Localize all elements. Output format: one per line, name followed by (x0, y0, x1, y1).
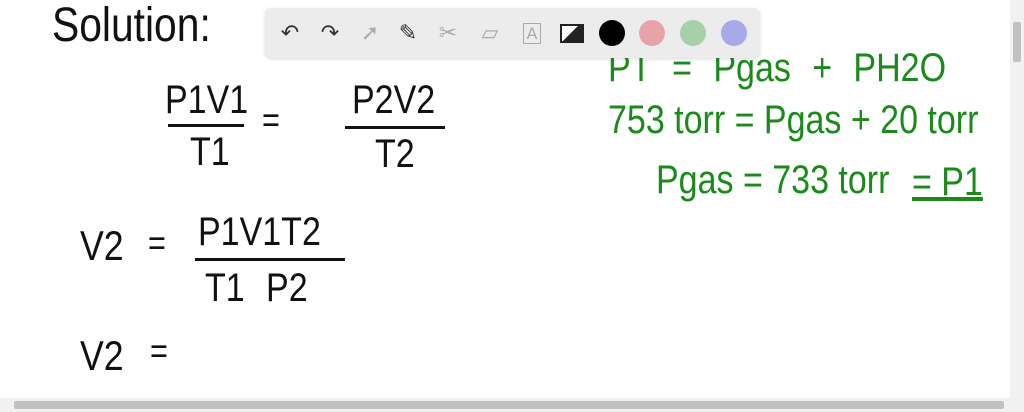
eq1-lhs-numerator: P1V1 (165, 78, 249, 122)
scrollbar-thumb[interactable] (14, 401, 1004, 409)
color-green[interactable] (680, 20, 706, 46)
green-line-2: 753 torr = Pgas + 20 torr (608, 98, 979, 142)
eq1-rhs-numerator: P2V2 (352, 78, 436, 122)
redo-icon[interactable]: ↷ (315, 18, 345, 48)
undo-icon[interactable]: ↶ (275, 18, 305, 48)
image-icon[interactable] (557, 18, 587, 48)
vertical-scrollbar[interactable] (1010, 0, 1024, 398)
eq1-lhs-denominator: T1 (190, 130, 230, 174)
color-pink[interactable] (639, 20, 665, 46)
solution-heading: Solution: (52, 0, 211, 52)
fraction-bar (345, 126, 445, 129)
eq3-equals: = (150, 330, 168, 371)
green-line-3: Pgas = 733 torr (656, 158, 890, 202)
tools-icon[interactable]: ✂ (433, 18, 463, 48)
text-icon[interactable]: A (517, 18, 547, 48)
eq2-lhs: V2 (80, 222, 124, 269)
eq3-lhs: V2 (80, 332, 124, 379)
color-purple[interactable] (721, 20, 747, 46)
eq2-denominator: T1 P2 (205, 266, 308, 310)
pen-icon[interactable]: ✎ (393, 18, 423, 48)
green-p1-note: = P1 (912, 160, 983, 204)
eq1-rhs-denominator: T2 (375, 132, 415, 176)
scrollbar-thumb[interactable] (1013, 22, 1021, 62)
fraction-bar (195, 258, 345, 261)
select-icon[interactable]: ➚ (355, 18, 385, 48)
eq2-numerator: P1V1T2 (198, 210, 321, 254)
drawing-toolbar: ↶ ↷ ➚ ✎ ✂ ▱ A (265, 8, 760, 58)
eq2-equals: = (148, 222, 166, 263)
horizontal-scrollbar[interactable] (0, 398, 1024, 412)
color-black[interactable] (599, 20, 625, 46)
eraser-icon[interactable]: ▱ (475, 18, 505, 48)
eq1-equals: = (262, 99, 280, 140)
fraction-bar (168, 124, 244, 127)
